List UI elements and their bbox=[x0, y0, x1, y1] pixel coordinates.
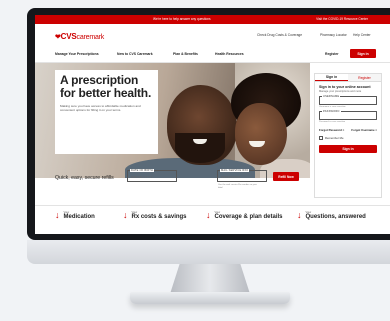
refill-title: Quick, easy, secure refills bbox=[55, 175, 114, 181]
jump-coverage[interactable]: ↓ View Coverage & plan details bbox=[206, 210, 283, 221]
refill-now-button[interactable]: Refill Now bbox=[273, 172, 299, 181]
arrow-down-icon: ↓ bbox=[123, 210, 128, 220]
password-label: PASSWORD bbox=[322, 110, 341, 113]
nav-plan-benefits[interactable]: Plan & Benefits bbox=[173, 52, 198, 56]
check-drug-costs-link[interactable]: Check Drug Costs & Coverage bbox=[257, 33, 302, 37]
remember-me-checkbox[interactable] bbox=[319, 136, 323, 140]
forgot-password-link[interactable]: Forgot Password > bbox=[319, 128, 344, 132]
tab-sign-in[interactable]: Sign in bbox=[315, 74, 348, 81]
photo-father-beard bbox=[175, 133, 225, 163]
forgot-username-link[interactable]: Forgot Username > bbox=[351, 128, 377, 132]
panel-sign-in-button[interactable]: Sign in bbox=[319, 145, 377, 153]
website-screen: We're here to help answer any questions … bbox=[35, 15, 390, 234]
mail-service-rx-field[interactable]: MAIL SERVICE RX# ########## bbox=[217, 169, 267, 182]
arrow-down-icon: ↓ bbox=[55, 210, 60, 220]
jump-label: Rx costs & savings bbox=[131, 214, 187, 220]
username-hint: Username is case sensitive bbox=[319, 106, 346, 108]
monitor-chin bbox=[27, 240, 390, 264]
photo-daughter-face bbox=[235, 103, 287, 165]
arrow-down-icon: ↓ bbox=[206, 210, 211, 220]
password-field[interactable]: PASSWORD bbox=[319, 110, 377, 120]
logo-cvs: CVS bbox=[60, 32, 77, 41]
nav-health-resources[interactable]: Health Resources bbox=[215, 52, 244, 56]
covid-resource-link[interactable]: Visit the COVID-19 Resource Center bbox=[316, 17, 368, 21]
nav-manage-prescriptions[interactable]: Manage Your Prescriptions bbox=[55, 52, 99, 56]
monitor-base bbox=[130, 292, 290, 304]
bottom-divider bbox=[35, 205, 390, 206]
pharmacy-locator-link[interactable]: Pharmacy Locator bbox=[320, 33, 347, 37]
remember-me-label: Remember Me bbox=[325, 136, 344, 140]
sign-in-title: Sign in to your online account bbox=[319, 85, 371, 89]
hero-description: Making sure you have access to affordabl… bbox=[60, 104, 141, 113]
jump-questions[interactable]: ↓ View Questions, answered bbox=[297, 210, 366, 221]
register-link[interactable]: Register bbox=[325, 52, 339, 56]
sign-in-tabs: Sign in Register bbox=[315, 74, 381, 82]
cvs-caremark-logo[interactable]: ❤CVScaremark bbox=[55, 32, 104, 41]
announcement-bar: We're here to help answer any questions … bbox=[35, 15, 390, 24]
rx-hint: Use the mail service Rx number on your l… bbox=[218, 184, 257, 189]
date-of-birth-field[interactable]: DATE OF BIRTH MM/DD/YYYY bbox=[127, 169, 177, 182]
dob-placeholder: MM/DD/YYYY bbox=[131, 175, 153, 179]
jump-label: Questions, answered bbox=[305, 214, 366, 220]
hero-title: A prescription for better health. bbox=[60, 73, 152, 100]
hero-card: A prescription for better health. Making… bbox=[55, 70, 158, 154]
dob-label: DATE OF BIRTH bbox=[130, 169, 155, 172]
jump-label: Medication bbox=[63, 214, 95, 220]
sign-in-panel: Sign in Register Sign in to your online … bbox=[314, 73, 382, 198]
jump-medication[interactable]: ↓ View Medication bbox=[55, 210, 95, 221]
forgot-links: Forgot Password > Forgot Username > bbox=[319, 128, 377, 132]
announcement-message: We're here to help answer any questions bbox=[153, 17, 211, 21]
arrow-down-icon: ↓ bbox=[297, 210, 302, 220]
rx-placeholder: ########## bbox=[221, 175, 241, 179]
logo-caremark: caremark bbox=[76, 34, 105, 41]
username-label: USERNAME bbox=[322, 95, 341, 98]
nav-new-to-cvs[interactable]: New to CVS Caremark bbox=[117, 52, 153, 56]
sign-in-subtitle: Manage your prescriptions and more bbox=[319, 90, 362, 93]
sign-in-form: Sign in to your online account Manage yo… bbox=[315, 82, 381, 156]
help-center-link[interactable]: Help Center bbox=[353, 33, 371, 37]
username-field[interactable]: USERNAME bbox=[319, 95, 377, 105]
header-sign-in-button[interactable]: Sign in bbox=[350, 49, 376, 58]
password-hint: Password is case sensitive bbox=[319, 121, 346, 123]
remember-me[interactable]: Remember Me bbox=[319, 136, 377, 140]
rx-label: MAIL SERVICE RX# bbox=[220, 169, 249, 172]
jump-label: Coverage & plan details bbox=[214, 214, 283, 220]
tab-register[interactable]: Register bbox=[348, 74, 381, 81]
jump-rx-costs[interactable]: ↓ View Rx costs & savings bbox=[123, 210, 187, 221]
monitor-stand bbox=[170, 264, 250, 294]
